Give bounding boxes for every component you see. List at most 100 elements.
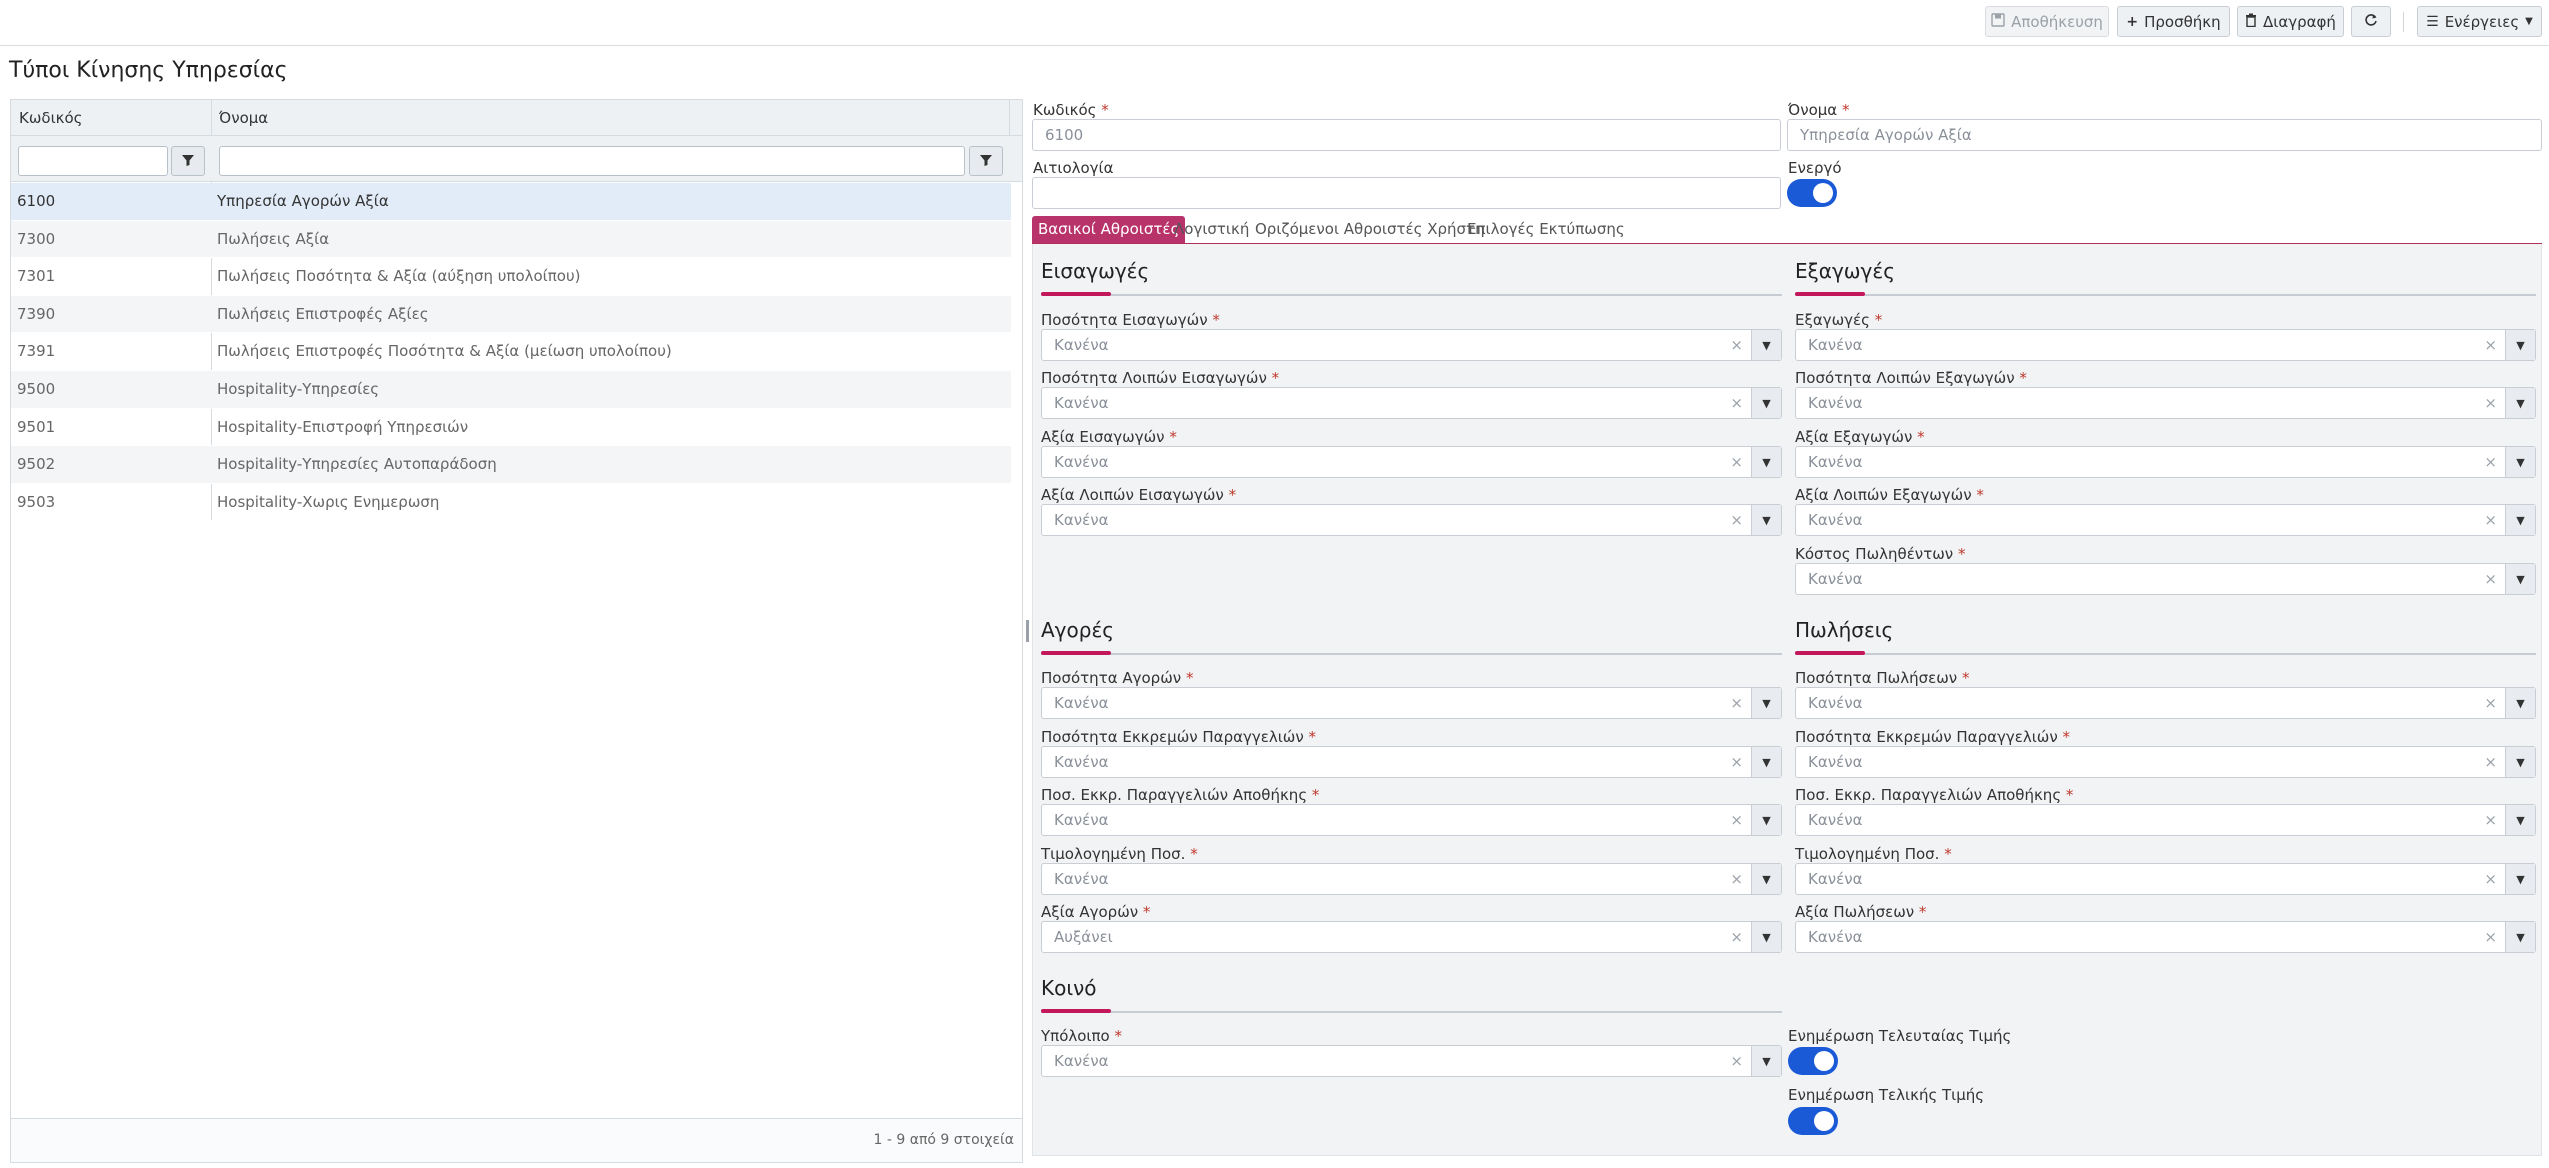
chevron-down-icon[interactable]: ▼ — [2505, 688, 2535, 718]
clear-icon[interactable]: × — [1730, 330, 1743, 360]
clear-icon[interactable]: × — [1730, 505, 1743, 535]
table-row[interactable]: 6100 Υπηρεσία Αγορών Αξία — [11, 183, 1011, 221]
import-qty-select[interactable]: Κανένα × ▼ — [1041, 329, 1782, 361]
row-code: 7391 — [17, 342, 56, 361]
warehouse-pending-orders-select[interactable]: Κανένα × ▼ — [1041, 804, 1782, 836]
chevron-down-icon[interactable]: ▼ — [1751, 1046, 1781, 1076]
chevron-down-icon[interactable]: ▼ — [1751, 805, 1781, 835]
table-row[interactable]: 7300 Πωλήσεις Αξία — [11, 220, 1011, 259]
chevron-down-icon[interactable]: ▼ — [1751, 747, 1781, 777]
chevron-down-icon[interactable]: ▼ — [1751, 864, 1781, 894]
actions-menu-button[interactable]: ☰ Ενέργειες ▼ — [2417, 6, 2542, 37]
balance-select[interactable]: Κανένα × ▼ — [1041, 1045, 1782, 1077]
sales-qty-select[interactable]: Κανένα × ▼ — [1795, 687, 2536, 719]
code-filter-button[interactable] — [171, 146, 205, 176]
table-row[interactable]: 7391 Πωλήσεις Επιστροφές Ποσότητα & Αξία … — [11, 333, 1011, 371]
chevron-down-icon[interactable]: ▼ — [2505, 330, 2535, 360]
table-row[interactable]: 9501 Hospitality-Επιστροφή Υπηρεσιών — [11, 409, 1011, 447]
save-icon — [1991, 12, 2005, 31]
other-import-qty-select[interactable]: Κανένα × ▼ — [1041, 387, 1782, 419]
name-input[interactable]: Υπηρεσία Αγορών Αξία — [1787, 119, 2542, 151]
reason-input[interactable] — [1032, 177, 1781, 209]
clear-icon[interactable]: × — [1730, 1046, 1743, 1076]
clear-icon[interactable]: × — [2484, 688, 2497, 718]
chevron-down-icon[interactable]: ▼ — [2505, 747, 2535, 777]
name-filter-input[interactable] — [219, 146, 965, 176]
sales-invoiced-qty-select[interactable]: Κανένα × ▼ — [1795, 863, 2536, 895]
purchase-qty-select[interactable]: Κανένα × ▼ — [1041, 687, 1782, 719]
tab-user-accumulators[interactable]: Οριζόμενοι Αθροιστές Χρήστη — [1249, 216, 1491, 243]
purchase-value-select[interactable]: Αυξάνει × ▼ — [1041, 921, 1782, 953]
table-row[interactable]: 9500 Hospitality-Υπηρεσίες — [11, 370, 1011, 409]
invoiced-qty-select[interactable]: Κανένα × ▼ — [1041, 863, 1782, 895]
sales-pending-orders-select[interactable]: Κανένα × ▼ — [1795, 746, 2536, 778]
table-row[interactable]: 9503 Hospitality-Χωρις Ενημερωση — [11, 484, 1011, 522]
clear-icon[interactable]: × — [2484, 564, 2497, 594]
chevron-down-icon[interactable]: ▼ — [1751, 388, 1781, 418]
column-header-code[interactable]: Κωδικός — [11, 100, 211, 136]
cost-of-sales-select[interactable]: Κανένα × ▼ — [1795, 563, 2536, 595]
tab-print-options[interactable]: Επιλογές Εκτύπωσης — [1461, 216, 1631, 243]
field-label-text: Ποσ. Εκκρ. Παραγγελιών Αποθήκης — [1795, 786, 2062, 804]
active-label: Ενεργό — [1788, 159, 1842, 177]
other-import-value-select[interactable]: Κανένα × ▼ — [1041, 504, 1782, 536]
chevron-down-icon[interactable]: ▼ — [2505, 805, 2535, 835]
export-value-select[interactable]: Κανένα × ▼ — [1795, 446, 2536, 478]
table-row[interactable]: 7301 Πωλήσεις Ποσότητα & Αξία (αύξηση υπο… — [11, 258, 1011, 296]
sales-value-label: Αξία Πωλήσεων * — [1795, 903, 1926, 921]
clear-icon[interactable]: × — [2484, 388, 2497, 418]
refresh-button[interactable] — [2351, 6, 2391, 37]
table-row[interactable]: 7390 Πωλήσεις Επιστροφές Αξίες — [11, 295, 1011, 334]
chevron-down-icon[interactable]: ▼ — [1751, 688, 1781, 718]
clear-icon[interactable]: × — [2484, 864, 2497, 894]
clear-icon[interactable]: × — [2484, 330, 2497, 360]
chevron-down-icon[interactable]: ▼ — [2505, 922, 2535, 952]
save-button[interactable]: Αποθήκευση — [1985, 6, 2109, 37]
clear-icon[interactable]: × — [1730, 922, 1743, 952]
exports-select[interactable]: Κανένα × ▼ — [1795, 329, 2536, 361]
name-filter-button[interactable] — [969, 146, 1003, 176]
table-row[interactable]: 9502 Hospitality-Υπηρεσίες Αυτοπαράδοση — [11, 446, 1011, 484]
clear-icon[interactable]: × — [1730, 864, 1743, 894]
chevron-down-icon[interactable]: ▼ — [1751, 330, 1781, 360]
delete-button[interactable]: Διαγραφή — [2237, 6, 2344, 37]
other-export-value-select[interactable]: Κανένα × ▼ — [1795, 504, 2536, 536]
clear-icon[interactable]: × — [2484, 447, 2497, 477]
add-button[interactable]: + Προσθήκη — [2117, 6, 2230, 37]
pending-orders-qty-select[interactable]: Κανένα × ▼ — [1041, 746, 1782, 778]
clear-icon[interactable]: × — [2484, 505, 2497, 535]
column-header-name[interactable]: Όνομα — [211, 100, 1011, 136]
chevron-down-icon[interactable]: ▼ — [2505, 564, 2535, 594]
chevron-down-icon[interactable]: ▼ — [1751, 447, 1781, 477]
clear-icon[interactable]: × — [2484, 747, 2497, 777]
sales-value-select[interactable]: Κανένα × ▼ — [1795, 921, 2536, 953]
chevron-down-icon[interactable]: ▼ — [2505, 864, 2535, 894]
clear-icon[interactable]: × — [1730, 388, 1743, 418]
chevron-down-icon[interactable]: ▼ — [2505, 505, 2535, 535]
chevron-down-icon[interactable]: ▼ — [2505, 388, 2535, 418]
code-input[interactable]: 6100 — [1032, 119, 1781, 151]
sales-warehouse-pending-select[interactable]: Κανένα × ▼ — [1795, 804, 2536, 836]
pane-splitter[interactable] — [1026, 620, 1029, 642]
chevron-down-icon[interactable]: ▼ — [1751, 922, 1781, 952]
clear-icon[interactable]: × — [2484, 805, 2497, 835]
tab-accounting[interactable]: Λογιστική — [1168, 216, 1255, 243]
active-toggle[interactable] — [1787, 179, 1837, 207]
update-last-price-toggle[interactable] — [1788, 1047, 1838, 1075]
code-filter-input[interactable] — [18, 146, 168, 176]
chevron-down-icon[interactable]: ▼ — [1751, 505, 1781, 535]
field-label-text: Ποσότητα Αγορών — [1041, 669, 1182, 687]
clear-icon[interactable]: × — [1730, 747, 1743, 777]
clear-icon[interactable]: × — [1730, 447, 1743, 477]
import-value-select[interactable]: Κανένα × ▼ — [1041, 446, 1782, 478]
other-export-qty-select[interactable]: Κανένα × ▼ — [1795, 387, 2536, 419]
tab-basic-accumulators[interactable]: Βασικοί Αθροιστές — [1032, 216, 1186, 243]
clear-icon[interactable]: × — [1730, 805, 1743, 835]
clear-icon[interactable]: × — [1730, 688, 1743, 718]
select-value: Κανένα — [1054, 394, 1109, 412]
select-value: Κανένα — [1054, 811, 1109, 829]
clear-icon[interactable]: × — [2484, 922, 2497, 952]
chevron-down-icon[interactable]: ▼ — [2505, 447, 2535, 477]
update-final-price-toggle[interactable] — [1788, 1107, 1838, 1135]
tab-bar: Βασικοί Αθροιστές Λογιστική Οριζόμενοι Α… — [1032, 216, 2542, 244]
